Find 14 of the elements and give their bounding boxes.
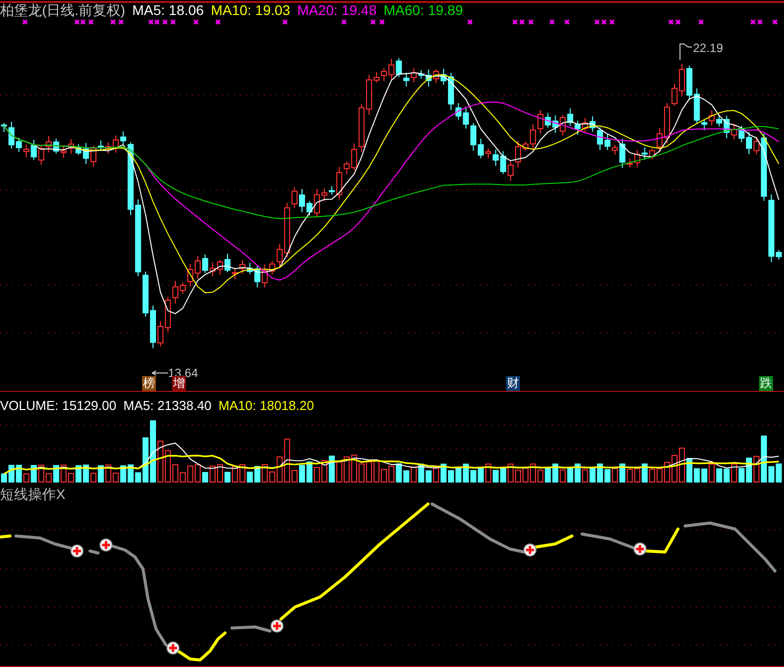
event-marker: 财 [506,376,520,391]
event-marker: 跌 [759,376,773,391]
event-marker: 榜 [142,376,156,391]
chart-title: 柏堡龙(日线.前复权) [0,2,126,18]
ma-value: MA5: 18.06 [132,2,204,18]
ma-value: MA10: 19.03 [210,2,290,18]
high-price-label: 22.19 [693,42,724,55]
ma-value: MA60: 19.89 [384,2,463,18]
ma-value: MA20: 19.48 [297,2,377,18]
indicator-title: 短线操作X [0,486,66,502]
volume-value: MA5: 21338.40 [123,398,212,413]
volume-value: VOLUME: 15129.00 [0,398,116,413]
volume-value: MA10: 18018.20 [218,398,314,413]
event-marker: 增 [172,376,186,391]
